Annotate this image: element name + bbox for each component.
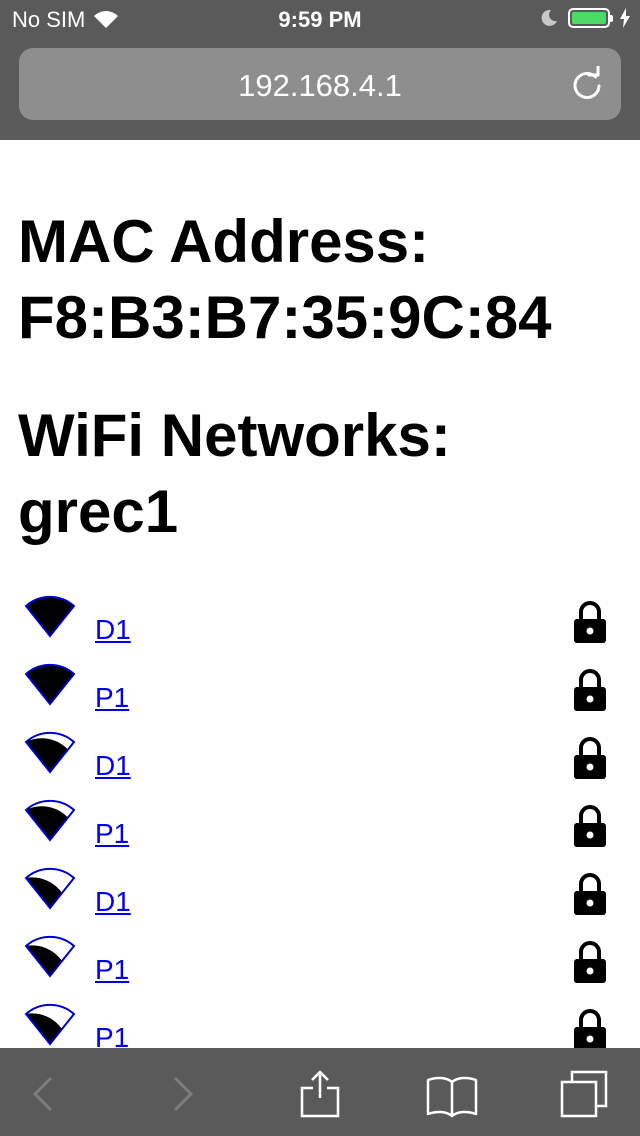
mac-value: F8:B3:B7:35:9C:84: [18, 284, 552, 351]
wifi-signal-icon: [24, 1003, 76, 1046]
moon-icon: [541, 9, 557, 26]
browser-toolbar: [0, 1048, 640, 1136]
wifi-current-network: grec1: [18, 478, 179, 545]
page-content: MAC Address: F8:B3:B7:35:9C:84 WiFi Netw…: [0, 140, 640, 1048]
lock-icon: [574, 737, 606, 779]
network-row: P1: [0, 932, 640, 1000]
reload-icon[interactable]: [569, 66, 605, 102]
battery-fill: [572, 12, 606, 24]
network-row: D1: [0, 864, 640, 932]
bookmarks-icon[interactable]: [426, 1068, 478, 1120]
wifi-signal-icon: [24, 867, 76, 910]
network-row: D1: [0, 728, 640, 796]
lock-icon: [574, 601, 606, 643]
url-text[interactable]: 192.168.4.1: [19, 68, 621, 104]
share-icon[interactable]: [294, 1068, 346, 1120]
wifi-networks-heading: WiFi Networks: grec1: [18, 398, 628, 550]
wifi-signal-icon: [24, 595, 76, 638]
tabs-icon[interactable]: [558, 1068, 610, 1120]
back-icon[interactable]: [17, 1068, 69, 1120]
charging-bolt-icon: [620, 8, 630, 28]
forward-icon[interactable]: [157, 1068, 209, 1120]
network-row: P1: [0, 796, 640, 864]
network-link[interactable]: D1: [95, 614, 131, 646]
network-link[interactable]: P1: [95, 818, 129, 850]
wifi-label: WiFi Networks:: [18, 402, 451, 469]
battery-icon: [568, 8, 613, 28]
wifi-signal-icon: [24, 731, 76, 774]
network-link[interactable]: D1: [95, 886, 131, 918]
mac-label: MAC Address:: [18, 208, 430, 275]
mac-address-heading: MAC Address: F8:B3:B7:35:9C:84: [18, 204, 628, 356]
network-row: P1: [0, 1000, 640, 1048]
network-row: P1: [0, 660, 640, 728]
network-link[interactable]: D1: [95, 750, 131, 782]
wifi-signal-icon: [24, 663, 76, 706]
network-row: D1: [0, 592, 640, 660]
lock-icon: [574, 941, 606, 983]
network-link[interactable]: P1: [95, 1022, 129, 1048]
network-link[interactable]: P1: [95, 954, 129, 986]
network-link[interactable]: P1: [95, 682, 129, 714]
browser-nav-bar: 192.168.4.1: [0, 40, 640, 140]
status-right: [540, 8, 630, 28]
wifi-signal-icon: [24, 799, 76, 842]
lock-icon: [574, 805, 606, 847]
lock-icon: [574, 669, 606, 711]
status-bar: No SIM 9:59 PM: [0, 0, 640, 40]
lock-icon: [574, 873, 606, 915]
wifi-signal-icon: [24, 935, 76, 978]
lock-icon: [574, 1009, 606, 1048]
url-field[interactable]: 192.168.4.1: [19, 48, 621, 120]
